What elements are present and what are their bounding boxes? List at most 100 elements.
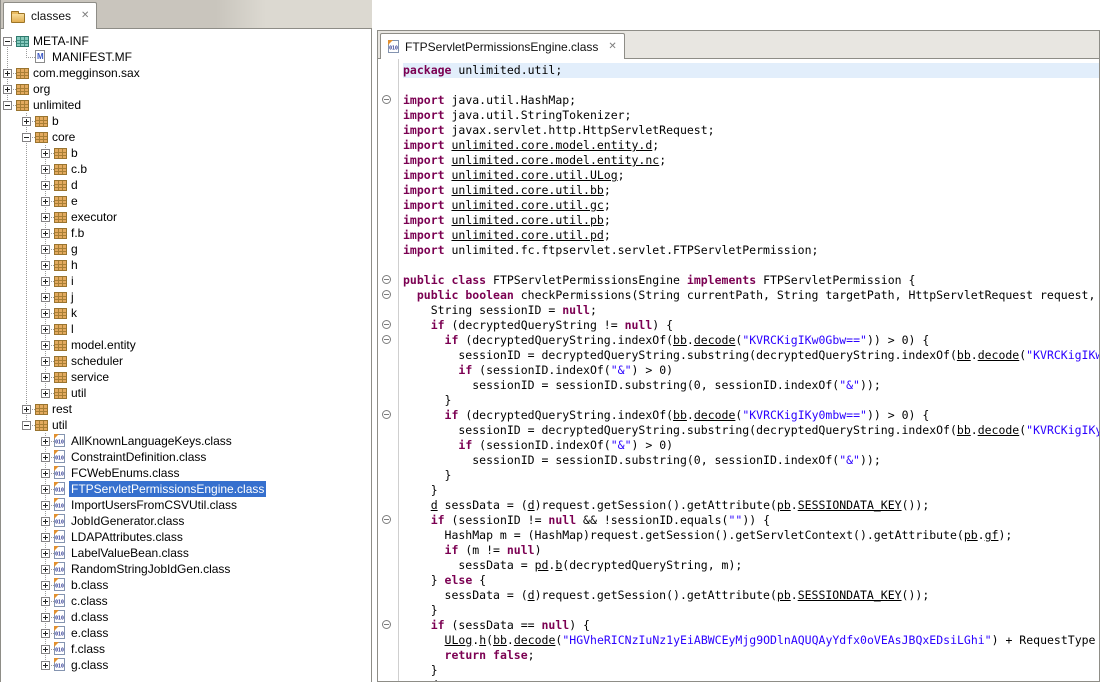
collapse-icon[interactable] (3, 101, 12, 110)
fold-collapse-icon[interactable] (382, 335, 391, 344)
tree-item[interactable]: e.class (1, 625, 371, 641)
expand-icon[interactable] (41, 181, 50, 190)
expand-icon[interactable] (41, 149, 50, 158)
expand-icon[interactable] (41, 533, 50, 542)
expand-icon[interactable] (41, 229, 50, 238)
tree-item-label[interactable]: util (50, 417, 69, 433)
tree-item[interactable]: rest (1, 401, 371, 417)
tree-item-label[interactable]: b.class (69, 577, 110, 593)
expand-icon[interactable] (41, 597, 50, 606)
tree-item[interactable]: util (1, 417, 371, 433)
tree-item[interactable]: b (1, 113, 371, 129)
code-link[interactable]: SESSIONDATA_KEY (798, 588, 902, 602)
tree-item[interactable]: j (1, 289, 371, 305)
collapse-icon[interactable] (3, 37, 12, 46)
expand-icon[interactable] (41, 261, 50, 270)
tree-item-label[interactable]: d.class (69, 609, 110, 625)
tree-item-label[interactable]: LabelValueBean.class (69, 545, 191, 561)
tree-item-label[interactable]: LDAPAttributes.class (69, 529, 185, 545)
tree-item-label[interactable]: scheduler (69, 353, 125, 369)
tree-item[interactable]: c.b (1, 161, 371, 177)
expand-icon[interactable] (41, 373, 50, 382)
expand-icon[interactable] (41, 517, 50, 526)
code-link[interactable]: unlimited.core.util.pd (451, 228, 603, 242)
fold-collapse-icon[interactable] (382, 515, 391, 524)
expand-icon[interactable] (41, 581, 50, 590)
code-link[interactable]: bb (673, 408, 687, 422)
close-icon[interactable]: ✕ (608, 42, 616, 52)
tree-item-label[interactable]: ImportUsersFromCSVUtil.class (69, 497, 239, 513)
tree-item-label[interactable]: service (69, 369, 111, 385)
tree-item-label[interactable]: RandomStringJobIdGen.class (69, 561, 232, 577)
code-link[interactable]: d (431, 498, 438, 512)
expand-icon[interactable] (41, 549, 50, 558)
tree-item-label[interactable]: k (69, 305, 79, 321)
tree-item[interactable]: e (1, 193, 371, 209)
expand-icon[interactable] (41, 341, 50, 350)
code-link[interactable]: pd (535, 558, 549, 572)
code-link[interactable]: bb (957, 348, 971, 362)
close-icon[interactable]: ✕ (81, 11, 89, 21)
tree-item[interactable]: d (1, 177, 371, 193)
tree-item[interactable]: b.class (1, 577, 371, 593)
fold-collapse-icon[interactable] (382, 275, 391, 284)
code-link[interactable]: bb (957, 423, 971, 437)
tab-class-file[interactable]: FTPServletPermissionsEngine.class ✕ (380, 33, 625, 59)
tree-item[interactable]: scheduler (1, 353, 371, 369)
expand-icon[interactable] (41, 613, 50, 622)
expand-icon[interactable] (41, 277, 50, 286)
code-link[interactable]: unlimited.core.model.entity.nc (451, 153, 659, 167)
code-link[interactable]: unlimited.core.util.ULog (451, 168, 617, 182)
tree-item[interactable]: RandomStringJobIdGen.class (1, 561, 371, 577)
tree-item[interactable]: MANIFEST.MF (1, 49, 371, 65)
code-link[interactable]: unlimited.core.util.gc (451, 198, 603, 212)
tree-item-label[interactable]: d (69, 177, 80, 193)
expand-icon[interactable] (41, 629, 50, 638)
tree-item-label[interactable]: executor (69, 209, 119, 225)
code-link[interactable]: pb (777, 498, 791, 512)
code-link[interactable]: gf (985, 528, 999, 542)
expand-icon[interactable] (41, 197, 50, 206)
expand-icon[interactable] (41, 453, 50, 462)
tree-item-label[interactable]: JobIdGenerator.class (69, 513, 186, 529)
expand-icon[interactable] (41, 325, 50, 334)
tree-item[interactable]: FCWebEnums.class (1, 465, 371, 481)
tree-item-label[interactable]: c.b (69, 161, 89, 177)
tree-item[interactable]: ConstraintDefinition.class (1, 449, 371, 465)
tree-item-label[interactable]: model.entity (69, 337, 138, 353)
tree-item[interactable]: l (1, 321, 371, 337)
tree-item[interactable]: executor (1, 209, 371, 225)
expand-icon[interactable] (3, 85, 12, 94)
expand-icon[interactable] (41, 213, 50, 222)
tree-item-label[interactable]: unlimited (31, 97, 83, 113)
fold-collapse-icon[interactable] (382, 620, 391, 629)
fold-collapse-icon[interactable] (382, 410, 391, 419)
tree-item[interactable]: AllKnownLanguageKeys.class (1, 433, 371, 449)
tree-item[interactable]: f.class (1, 641, 371, 657)
tree-item[interactable]: g (1, 241, 371, 257)
code-link[interactable]: decode (694, 408, 736, 422)
expand-icon[interactable] (41, 469, 50, 478)
tree-item-label[interactable]: com.megginson.sax (31, 65, 142, 81)
tree-item[interactable]: h (1, 257, 371, 273)
code-link[interactable]: bb (493, 633, 507, 647)
code-link[interactable]: ULog (445, 633, 473, 647)
expand-icon[interactable] (41, 165, 50, 174)
code-link[interactable]: decode (514, 633, 556, 647)
tree-item-label[interactable]: g (69, 241, 80, 257)
expand-icon[interactable] (41, 245, 50, 254)
expand-icon[interactable] (41, 293, 50, 302)
expand-icon[interactable] (41, 485, 50, 494)
expand-icon[interactable] (41, 389, 50, 398)
tree-item[interactable]: org (1, 81, 371, 97)
tree-item[interactable]: ImportUsersFromCSVUtil.class (1, 497, 371, 513)
tree-item[interactable]: k (1, 305, 371, 321)
expand-icon[interactable] (41, 501, 50, 510)
tree-item[interactable]: META-INF (1, 33, 371, 49)
tree-item[interactable]: d.class (1, 609, 371, 625)
code-link[interactable]: decode (694, 333, 736, 347)
tree-item[interactable]: b (1, 145, 371, 161)
tree-item-label[interactable]: util (69, 385, 88, 401)
collapse-icon[interactable] (22, 133, 31, 142)
code-link[interactable]: d (528, 498, 535, 512)
